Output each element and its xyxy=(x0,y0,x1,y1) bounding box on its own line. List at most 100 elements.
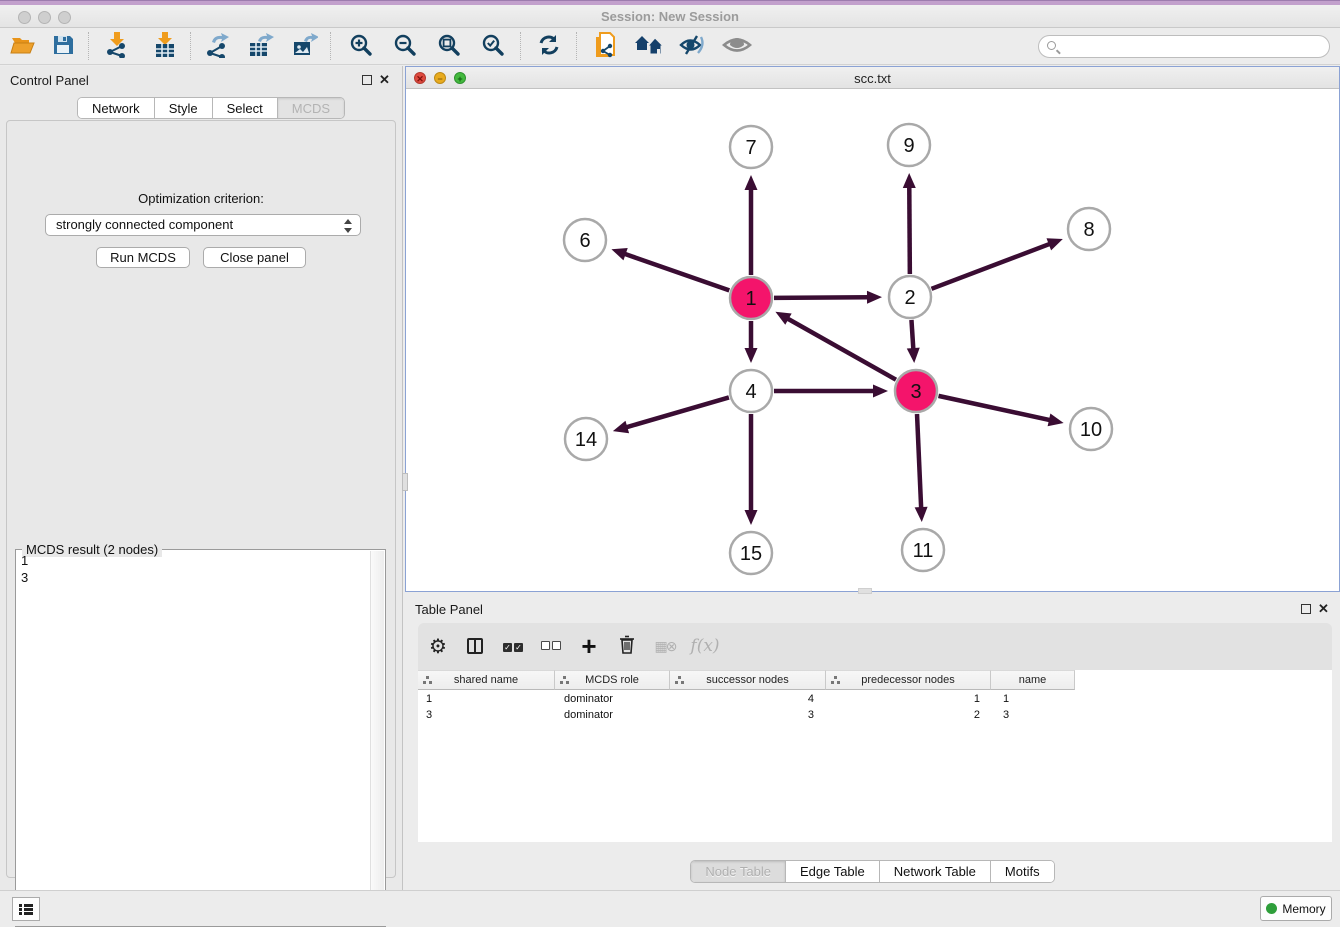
tab-network-table[interactable]: Network Table xyxy=(880,861,991,882)
graph-edge-4-14[interactable] xyxy=(613,397,729,433)
houses-icon xyxy=(634,34,664,59)
tab-select[interactable]: Select xyxy=(213,98,278,119)
delete-column-button[interactable] xyxy=(612,633,642,659)
table-row[interactable]: 1dominator411 xyxy=(418,691,1332,707)
import-network-button[interactable] xyxy=(100,31,134,61)
graph-node-11[interactable]: 11 xyxy=(902,529,944,571)
export-image-button[interactable] xyxy=(288,31,322,61)
graph-edge-2-8[interactable] xyxy=(932,238,1063,289)
cell-predecessor-nodes[interactable]: 1 xyxy=(829,692,994,706)
graph-node-9[interactable]: 9 xyxy=(888,124,930,166)
graph-node-3[interactable]: 3 xyxy=(895,370,937,412)
graph-edge-3-1[interactable] xyxy=(775,312,896,380)
task-history-button[interactable] xyxy=(12,897,40,921)
share-document-button[interactable] xyxy=(588,31,622,61)
show-panels-button[interactable] xyxy=(720,31,754,61)
graph-edge-1-2[interactable] xyxy=(774,291,882,304)
graph-edge-4-3[interactable] xyxy=(774,385,888,398)
cell-name[interactable]: 1 xyxy=(995,692,1079,706)
table-panel-close-button[interactable]: ✕ xyxy=(1318,601,1329,617)
select-all-button[interactable]: ✓✓ xyxy=(498,633,528,659)
result-item[interactable]: 3 xyxy=(17,570,369,587)
graph-node-8[interactable]: 8 xyxy=(1068,208,1110,250)
memory-button[interactable]: Memory xyxy=(1260,896,1332,921)
network-canvas[interactable]: 7 9 6 8 1 2 4 3 14 10 15 11 xyxy=(406,89,1339,591)
graph-node-10[interactable]: 10 xyxy=(1070,408,1112,450)
deselect-all-button[interactable] xyxy=(536,633,566,659)
tab-style[interactable]: Style xyxy=(155,98,213,119)
graph-node-14[interactable]: 14 xyxy=(565,418,607,460)
function-builder-button[interactable]: f(x) xyxy=(690,633,720,659)
network-window-titlebar[interactable]: ✕ − + scc.txt xyxy=(406,67,1339,89)
graph-node-2[interactable]: 2 xyxy=(889,276,931,318)
cell-successor-nodes[interactable]: 4 xyxy=(672,692,828,706)
graph-node-4[interactable]: 4 xyxy=(730,370,772,412)
graph-node-7[interactable]: 7 xyxy=(730,126,772,168)
show-columns-button[interactable] xyxy=(460,633,490,659)
mcds-tab-panel: Optimization criterion: strongly connect… xyxy=(6,120,396,878)
cell-MCDS-role[interactable]: dominator xyxy=(556,708,671,722)
zoom-in-button[interactable] xyxy=(344,31,378,61)
run-mcds-button[interactable]: Run MCDS xyxy=(96,247,190,268)
column-header-name[interactable]: name xyxy=(991,670,1075,690)
export-network-button[interactable] xyxy=(200,31,234,61)
result-item[interactable]: 1 xyxy=(17,553,369,570)
cell-name[interactable]: 3 xyxy=(995,708,1079,722)
svg-text:14: 14 xyxy=(575,429,597,451)
graph-edge-4-15[interactable] xyxy=(745,414,758,525)
table-panel-float-button[interactable] xyxy=(1301,604,1311,614)
control-panel-title: Control Panel xyxy=(10,73,89,88)
control-panel-float-button[interactable] xyxy=(362,75,372,85)
graph-node-1[interactable]: 1 xyxy=(730,277,772,319)
horizontal-splitter-handle[interactable] xyxy=(858,588,872,594)
table-panel: Table Panel ✕ ⚙ ✓✓ + ▦⊗ f(x) shared name… xyxy=(405,595,1340,890)
tab-mcds[interactable]: MCDS xyxy=(278,98,344,119)
graph-node-6[interactable]: 6 xyxy=(564,219,606,261)
hide-panels-button[interactable] xyxy=(676,31,710,61)
home-button[interactable] xyxy=(632,31,666,61)
refresh-button[interactable] xyxy=(532,31,566,61)
cell-shared-name[interactable]: 1 xyxy=(418,692,555,706)
graph-edge-1-7[interactable] xyxy=(745,175,758,275)
tab-motifs[interactable]: Motifs xyxy=(991,861,1054,882)
column-header-shared-name[interactable]: shared name xyxy=(418,670,555,690)
import-network-icon xyxy=(105,32,129,61)
cell-shared-name[interactable]: 3 xyxy=(418,708,555,722)
plus-icon: + xyxy=(581,636,596,656)
add-column-button[interactable]: + xyxy=(574,633,604,659)
graph-edge-3-11[interactable] xyxy=(915,414,928,522)
graph-edge-2-9[interactable] xyxy=(903,173,916,274)
save-session-button[interactable] xyxy=(46,31,80,61)
cell-successor-nodes[interactable]: 3 xyxy=(672,708,828,722)
column-header-MCDS-role[interactable]: MCDS role xyxy=(555,670,670,690)
close-panel-button[interactable]: Close panel xyxy=(203,247,306,268)
tab-edge-table[interactable]: Edge Table xyxy=(786,861,880,882)
tab-node-table[interactable]: Node Table xyxy=(691,861,786,882)
toolbar-search-input[interactable] xyxy=(1038,35,1330,58)
graph-edge-1-6[interactable] xyxy=(611,248,729,290)
zoom-selected-button[interactable] xyxy=(476,31,510,61)
svg-text:7: 7 xyxy=(745,137,756,159)
criterion-dropdown[interactable]: strongly connected component xyxy=(45,214,361,236)
graph-edge-2-3[interactable] xyxy=(907,320,920,363)
zoom-fit-button[interactable] xyxy=(432,31,466,61)
graph-edge-3-10[interactable] xyxy=(938,396,1063,426)
zoom-out-button[interactable] xyxy=(388,31,422,61)
column-header-successor-nodes[interactable]: successor nodes xyxy=(670,670,826,690)
export-table-button[interactable] xyxy=(244,31,278,61)
import-table-button[interactable] xyxy=(148,31,182,61)
table-row[interactable]: 3dominator323 xyxy=(418,707,1332,723)
vertical-splitter-handle[interactable] xyxy=(402,473,408,491)
tab-network[interactable]: Network xyxy=(78,98,155,119)
cell-predecessor-nodes[interactable]: 2 xyxy=(829,708,994,722)
open-session-button[interactable] xyxy=(6,31,40,61)
graph-node-15[interactable]: 15 xyxy=(730,532,772,574)
control-panel-close-button[interactable]: ✕ xyxy=(379,72,390,88)
table-settings-button[interactable]: ⚙ xyxy=(423,633,453,659)
cell-MCDS-role[interactable]: dominator xyxy=(556,692,671,706)
result-scrollbar[interactable] xyxy=(370,551,384,925)
column-header-predecessor-nodes[interactable]: predecessor nodes xyxy=(826,670,991,690)
export-table-icon xyxy=(248,32,274,61)
delete-table-button[interactable]: ▦⊗ xyxy=(650,633,680,659)
graph-edge-1-4[interactable] xyxy=(745,321,758,363)
